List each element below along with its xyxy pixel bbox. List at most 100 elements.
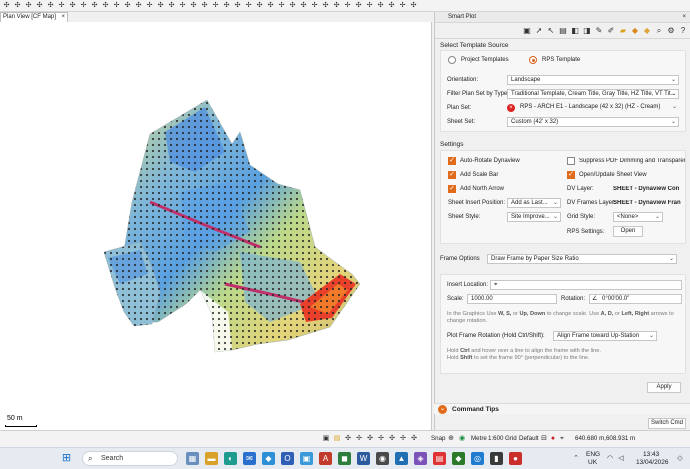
dv-layer-value[interactable]: SHEET - Dynaview Con [613,186,685,192]
snap-icon[interactable]: ✣ [200,1,209,10]
pdf-icon[interactable]: ▤ [433,452,446,465]
snap-icon[interactable]: ✣ [90,1,99,10]
snap-icon[interactable]: ✣ [255,1,264,10]
snap-icon[interactable]: ✣ [387,1,396,10]
app-icon[interactable]: ◼ [338,452,351,465]
autocad-icon[interactable]: A [319,452,332,465]
snap-icon[interactable]: ✣ [332,1,341,10]
region-label[interactable]: UK [588,459,597,466]
add-scale-bar-checkbox[interactable]: ✓ [448,171,456,179]
widgets-icon[interactable]: ▦ [186,452,199,465]
snap-icon[interactable]: ✣ [388,435,396,443]
grid-style-select[interactable]: <None> ⌄ [613,212,663,222]
switch-cmd-button[interactable]: Switch Cmd [648,418,686,429]
snap-icon[interactable]: ✢ [355,435,363,443]
command-tips-bar[interactable]: ⌄ Command Tips [434,403,690,414]
snap-icon[interactable]: ✣ [46,1,55,10]
lock-icon[interactable]: ▤ [333,435,341,443]
taskbar-search[interactable]: ⌕ Search [82,451,178,466]
app-icon[interactable]: ◆ [262,452,275,465]
default-label[interactable]: Default [519,435,539,442]
snap-mode-icon[interactable]: ⊕ [447,435,455,443]
plan-set-select[interactable]: RPS - ARCH E1 - Landscape (42 x 32) (HZ … [517,103,679,113]
units-label[interactable]: Metre [471,435,487,442]
snap-icon[interactable]: ✣ [354,1,363,10]
folder-icon[interactable]: ▰ [618,26,628,36]
app-icon[interactable]: ▲ [395,452,408,465]
snap-icon[interactable]: ✣ [123,1,132,10]
snap-icon[interactable]: ✣ [13,1,22,10]
snap-icon[interactable]: ✢ [57,1,66,10]
plan-view-canvas[interactable]: 50 m [0,22,432,430]
apply-button[interactable]: Apply [647,382,681,393]
command-icon[interactable]: ▣ [322,435,330,443]
orientation-select[interactable]: Landscape ⌄ [507,75,679,85]
grid-label[interactable]: Grid [505,435,517,442]
record-icon[interactable]: ● [549,435,557,443]
pick-point-icon[interactable]: ⌖ [494,282,497,288]
snap-icon[interactable]: ✣ [189,1,198,10]
snap-icon[interactable]: ✢ [399,435,407,443]
snap-icon[interactable]: ✣ [167,1,176,10]
radio-project-templates[interactable] [448,56,456,64]
help-icon[interactable]: ? [678,26,688,36]
tray-chevron-icon[interactable]: ⌃ [572,455,580,463]
pointer-icon[interactable]: ↖ [546,26,556,36]
browser-icon[interactable]: ◐ [224,452,237,465]
snap-icon[interactable]: ✣ [409,1,418,10]
app-icon[interactable]: ◆ [452,452,465,465]
snap-icon[interactable]: ✣ [134,1,143,10]
snap-icon[interactable]: ✢ [398,1,407,10]
app-icon[interactable]: ▮ [490,452,503,465]
app-icon[interactable]: ◉ [376,452,389,465]
clock-date[interactable]: 13/04/2026 [636,459,669,466]
mode-icon[interactable]: ◉ [458,435,466,443]
app-icon[interactable]: ◎ [471,452,484,465]
snap-icon[interactable]: ✢ [343,1,352,10]
add-north-arrow-checkbox[interactable]: ✓ [448,185,456,193]
search-icon[interactable]: ⌕ [654,26,664,36]
cube-icon[interactable]: ◆ [642,26,652,36]
insert-location-field[interactable]: ⌖ [490,280,682,290]
mail-icon[interactable]: ✉ [243,452,256,465]
snap-icon[interactable]: ✣ [233,1,242,10]
snap-icon[interactable]: ✢ [277,1,286,10]
rotation-field[interactable]: ∠ 0°00'00.0" [589,294,682,304]
app-icon[interactable]: ▣ [300,452,313,465]
language-label[interactable]: ENG [586,451,600,458]
snap-icon[interactable]: ✢ [112,1,121,10]
volume-icon[interactable]: ◁ [617,455,625,463]
cursor-icon[interactable]: ⌖ [558,435,566,443]
snap-label[interactable]: Snap [431,435,445,442]
snap-icon[interactable]: ✢ [178,1,187,10]
open-update-checkbox[interactable]: ✓ [567,171,575,179]
layers-icon[interactable]: ◧ [570,26,580,36]
scale-field[interactable]: 1000.00 [467,294,557,304]
arrow-icon[interactable]: ➚ [534,26,544,36]
snap-icon[interactable]: ✣ [68,1,77,10]
snap-icon[interactable]: ✢ [211,1,220,10]
snap-icon[interactable]: ✣ [101,1,110,10]
view-scale-label[interactable]: 1:600 [488,435,503,442]
frame-icon[interactable]: ▣ [522,26,532,36]
app-icon[interactable]: ● [509,452,522,465]
snap-icon[interactable]: ✣ [376,1,385,10]
close-icon[interactable]: × [61,13,65,22]
snap-icon[interactable]: ✣ [2,1,11,10]
windows-start-icon[interactable]: ⊞ [60,452,73,465]
wifi-icon[interactable]: ◠ [606,455,614,463]
snap-icon[interactable]: ✣ [366,435,374,443]
snap-icon[interactable]: ✣ [299,1,308,10]
suppress-pdf-checkbox[interactable] [567,157,575,165]
app-icon[interactable]: ◈ [414,452,427,465]
snap-icon[interactable]: ✣ [156,1,165,10]
auto-rotate-checkbox[interactable]: ✓ [448,157,456,165]
snap-icon[interactable]: ✢ [377,435,385,443]
word-icon[interactable]: W [357,452,370,465]
stack-icon[interactable]: ◨ [582,26,592,36]
snap-icon[interactable]: ✣ [222,1,231,10]
dv-frames-value[interactable]: SHEET - Dynaview Fran [613,200,685,206]
snap-icon[interactable]: ✢ [79,1,88,10]
snap-icon[interactable]: ✣ [266,1,275,10]
pencil-icon[interactable]: ✎ [594,26,604,36]
